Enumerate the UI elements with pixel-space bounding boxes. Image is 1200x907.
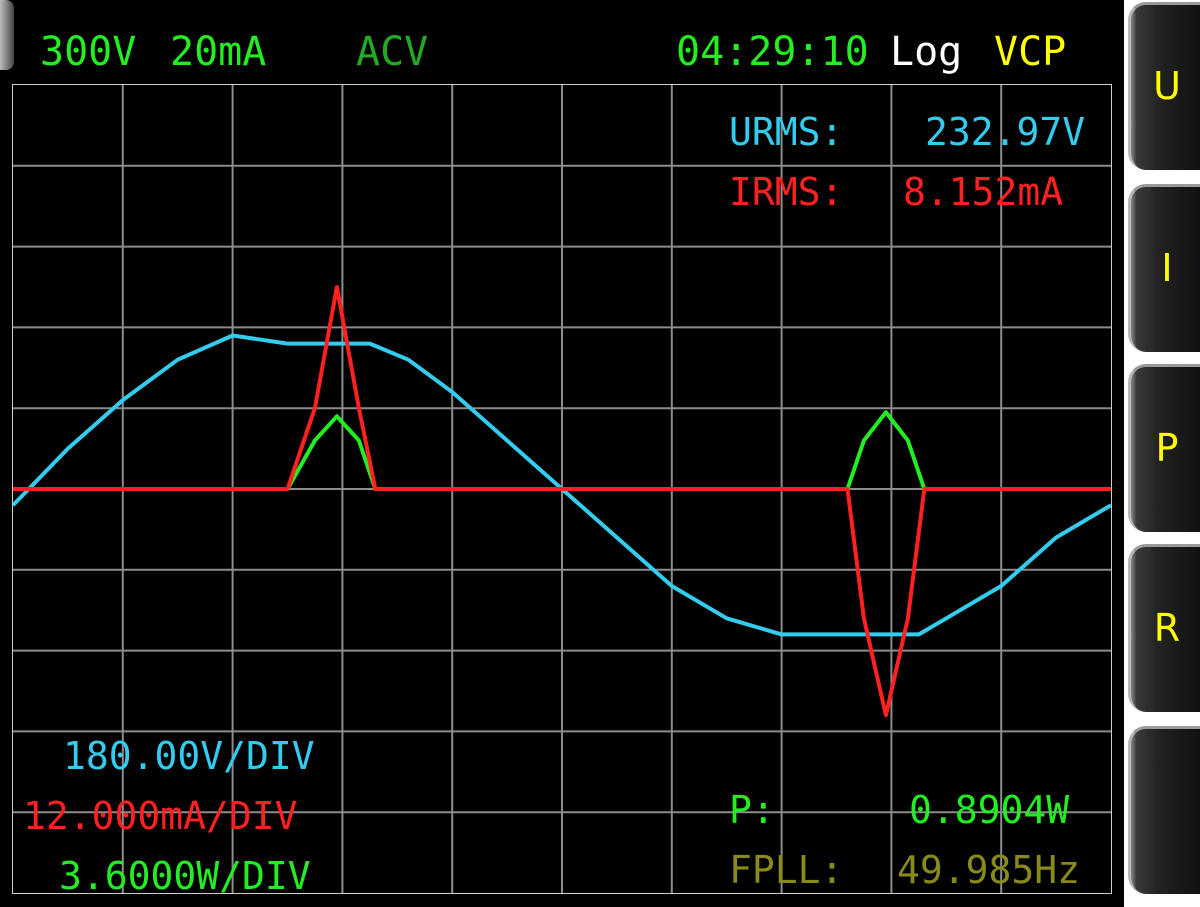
power-value: 0.8904W [909, 788, 1070, 832]
power-scale: 3.6000W/DIV [59, 854, 311, 894]
fpll-label: FPLL: [729, 848, 844, 892]
softkey-r-label: R [1153, 606, 1181, 650]
current-scale: 12.000mA/DIV [23, 794, 298, 838]
status-bar: 300V 20mA ACV 04:29:10 Log VCP [0, 0, 1124, 84]
softkey-p[interactable]: P [1128, 364, 1200, 532]
urms-value: 232.97V [925, 110, 1086, 154]
oscilloscope-screen: 300V 20mA ACV 04:29:10 Log VCP URMS: 232… [0, 0, 1124, 907]
power-label: P: [729, 788, 775, 832]
softkey-panel: U I P R [1124, 0, 1200, 907]
measurement-mode: ACV [356, 29, 429, 75]
urms-label: URMS: [729, 110, 844, 154]
clock-time: 04:29:10 [676, 29, 869, 75]
vcp-indicator: VCP [994, 29, 1067, 75]
fpll-value: 49.985Hz [897, 848, 1081, 892]
softkey-u[interactable]: U [1128, 2, 1200, 170]
softkey-p-label: P [1155, 426, 1179, 470]
softkey-r[interactable]: R [1128, 544, 1200, 712]
irms-value: 8.152mA [903, 170, 1064, 214]
voltage-range: 300V [40, 29, 137, 75]
softkey-i[interactable]: I [1128, 184, 1200, 352]
waveform-display: URMS: 232.97V IRMS: 8.152mA 180.00V/DIV … [12, 84, 1112, 894]
current-range: 20mA [170, 29, 267, 75]
irms-label: IRMS: [729, 170, 844, 214]
bottom-bezel [0, 894, 1124, 907]
softkey-u-label: U [1153, 64, 1181, 108]
log-indicator: Log [890, 29, 963, 75]
softkey-i-label: I [1161, 246, 1173, 290]
voltage-scale: 180.00V/DIV [63, 734, 315, 778]
softkey-blank[interactable] [1128, 726, 1200, 894]
